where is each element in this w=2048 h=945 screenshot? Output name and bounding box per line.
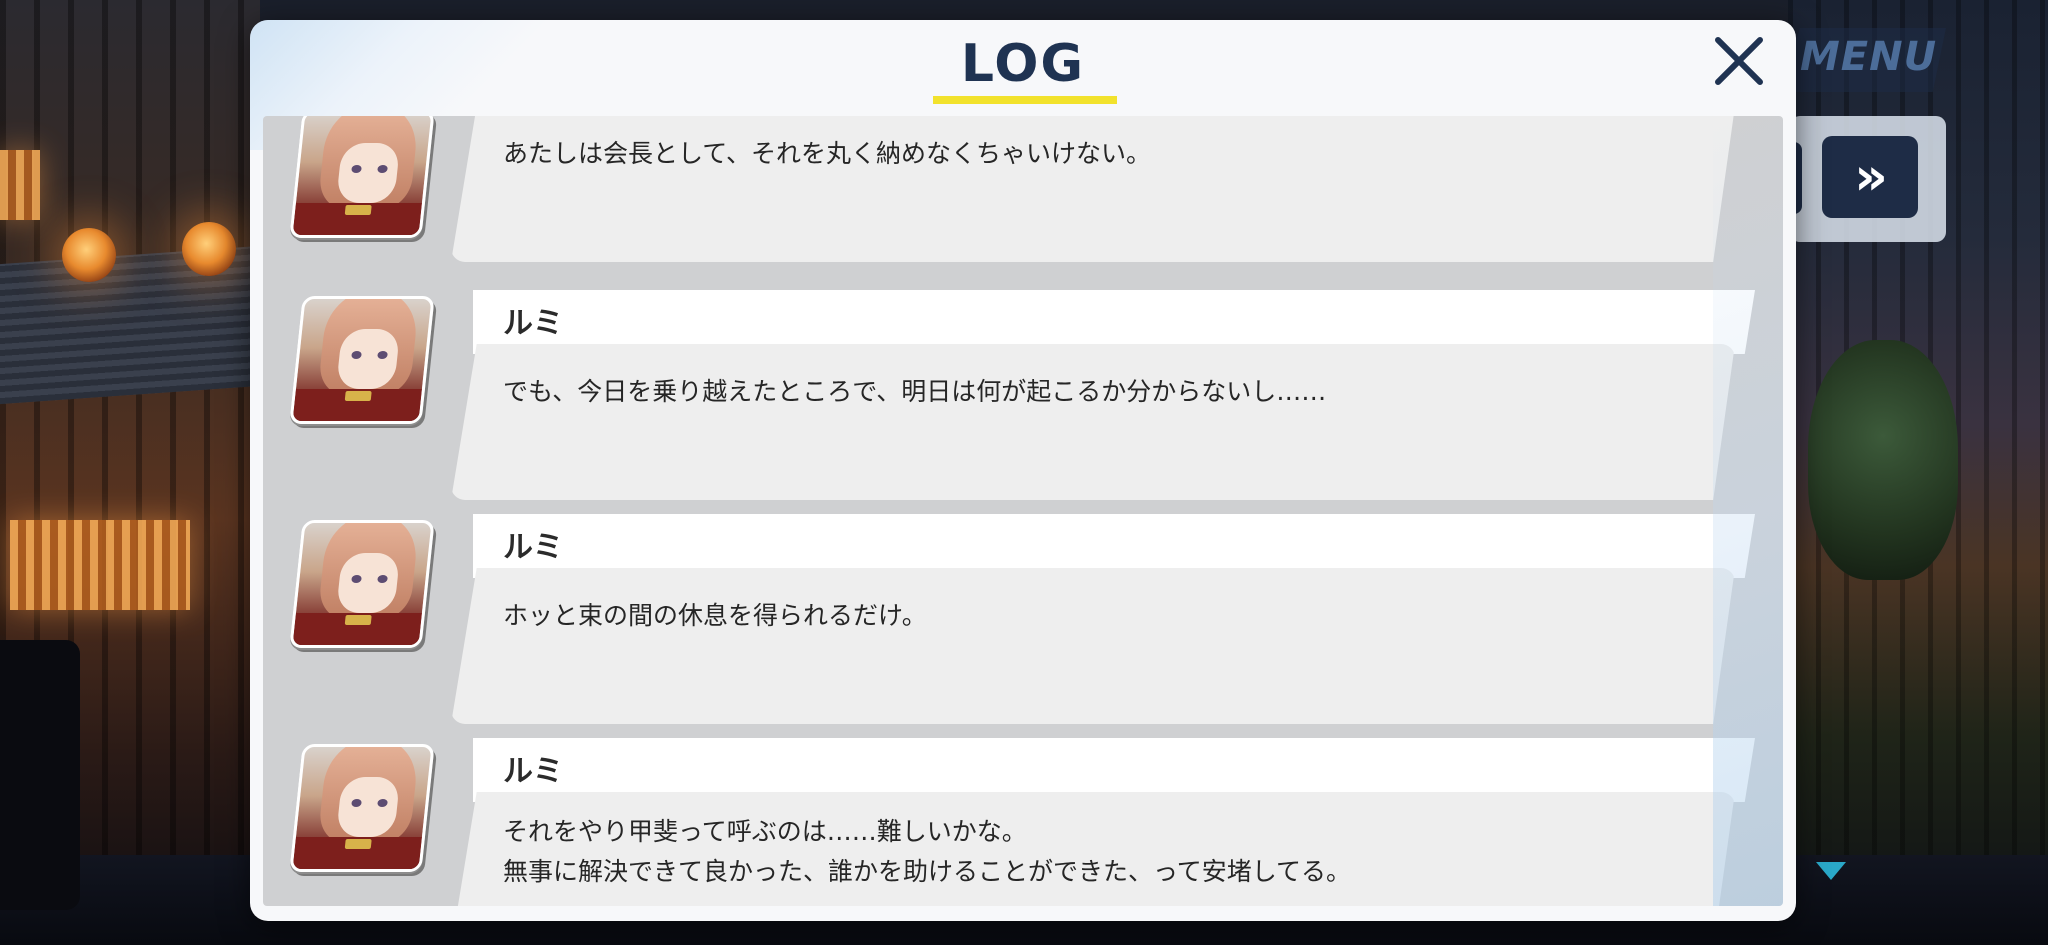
log-entry: ルミ ホッと束の間の休息を得られるだけ。	[263, 514, 1783, 724]
speaker-avatar	[289, 116, 435, 238]
message-box	[451, 568, 1735, 724]
speaker-name: ルミ	[503, 306, 563, 341]
log-header: LOG	[250, 20, 1796, 110]
menu-button-label[interactable]: MENU	[1800, 34, 1937, 80]
close-button[interactable]	[1710, 32, 1768, 90]
log-title-underline	[933, 96, 1117, 104]
message-text: あたしは会長として、それを丸く納めなくちゃいけない。	[503, 139, 1152, 168]
skip-button[interactable]: »	[1822, 136, 1918, 218]
message-text: でも、今日を乗り越えたところで、明日は何が起こるか分からないし……	[503, 377, 1327, 406]
log-entry: ルミ でも、今日を乗り越えたところで、明日は何が起こるか分からないし……	[263, 290, 1783, 500]
log-list[interactable]: あたしは会長として、それを丸く納めなくちゃいけない。 ルミ でも、今日を乗り越え…	[263, 116, 1783, 906]
left-panel	[0, 640, 80, 910]
lantern-decoration	[62, 228, 116, 282]
speaker-name: ルミ	[503, 754, 563, 789]
message-box	[451, 344, 1735, 500]
background-tree	[1808, 340, 1958, 580]
log-entry: あたしは会長として、それを丸く納めなくちゃいけない。	[263, 116, 1783, 262]
speaker-name: ルミ	[503, 530, 563, 565]
speaker-avatar	[289, 520, 435, 648]
message-text: ホッと束の間の休息を得られるだけ。	[503, 601, 927, 630]
log-entry: ルミ それをやり甲斐って呼ぶのは……難しいかな。 無事に解決できて良かった、誰か…	[263, 738, 1783, 906]
speaker-avatar	[289, 744, 435, 872]
advance-arrow-icon[interactable]	[1816, 862, 1846, 880]
log-dialog: LOG あたしは会長として、それを丸く納めなくちゃいけない。 ルミ でも、今日を…	[250, 20, 1796, 921]
close-icon[interactable]	[1710, 32, 1768, 90]
window-glow	[10, 520, 190, 610]
log-title: LOG	[960, 34, 1086, 94]
message-text: 無事に解決できて良かった、誰かを助けることができた、って安堵してる。	[503, 857, 1352, 886]
window-glow	[0, 150, 40, 220]
message-text: それをやり甲斐って呼ぶのは……難しいかな。	[503, 817, 1027, 846]
message-box	[451, 792, 1735, 906]
speaker-avatar	[289, 296, 435, 424]
lantern-decoration	[182, 222, 236, 276]
